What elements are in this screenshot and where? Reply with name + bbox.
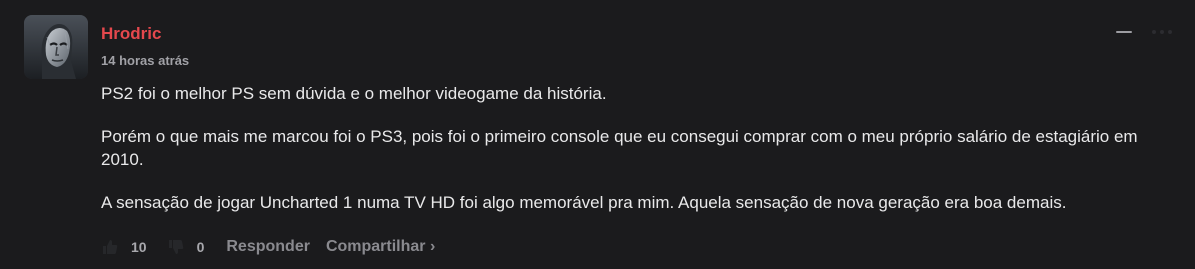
downvote-button[interactable]: 0	[167, 238, 205, 256]
comment-paragraph: A sensação de jogar Uncharted 1 numa TV …	[101, 193, 1067, 212]
comment-paragraph: Porém o que mais me marcou foi o PS3, po…	[101, 127, 1138, 169]
share-button[interactable]: Compartilhar ›	[326, 238, 435, 256]
comment-actions: 10 0 Responder Compartilhar ›	[101, 236, 435, 258]
comment-author[interactable]: Hrodric	[101, 24, 161, 44]
thumbs-up-icon	[103, 240, 118, 254]
comment-paragraph: PS2 foi o melhor PS sem dúvida e o melho…	[101, 84, 607, 103]
avatar-image	[24, 15, 88, 79]
reply-button[interactable]: Responder	[226, 238, 310, 256]
more-options-button[interactable]	[1146, 26, 1178, 38]
more-options-dot	[1168, 30, 1172, 34]
comment-card: Hrodric 14 horas atrás PS2 foi o melhor …	[0, 0, 1195, 269]
upvote-button[interactable]: 10	[101, 238, 147, 256]
comment-body: PS2 foi o melhor PS sem dúvida e o melho…	[101, 82, 1181, 234]
more-options-icon	[1152, 30, 1156, 34]
avatar[interactable]	[24, 15, 88, 79]
comment-timestamp: 14 horas atrás	[101, 53, 190, 68]
upvote-count: 10	[131, 239, 147, 255]
more-options-dot	[1160, 30, 1164, 34]
thumbs-down-icon	[168, 240, 183, 254]
collapse-button[interactable]	[1115, 26, 1133, 38]
downvote-count: 0	[196, 239, 205, 255]
minus-icon	[1116, 31, 1132, 33]
